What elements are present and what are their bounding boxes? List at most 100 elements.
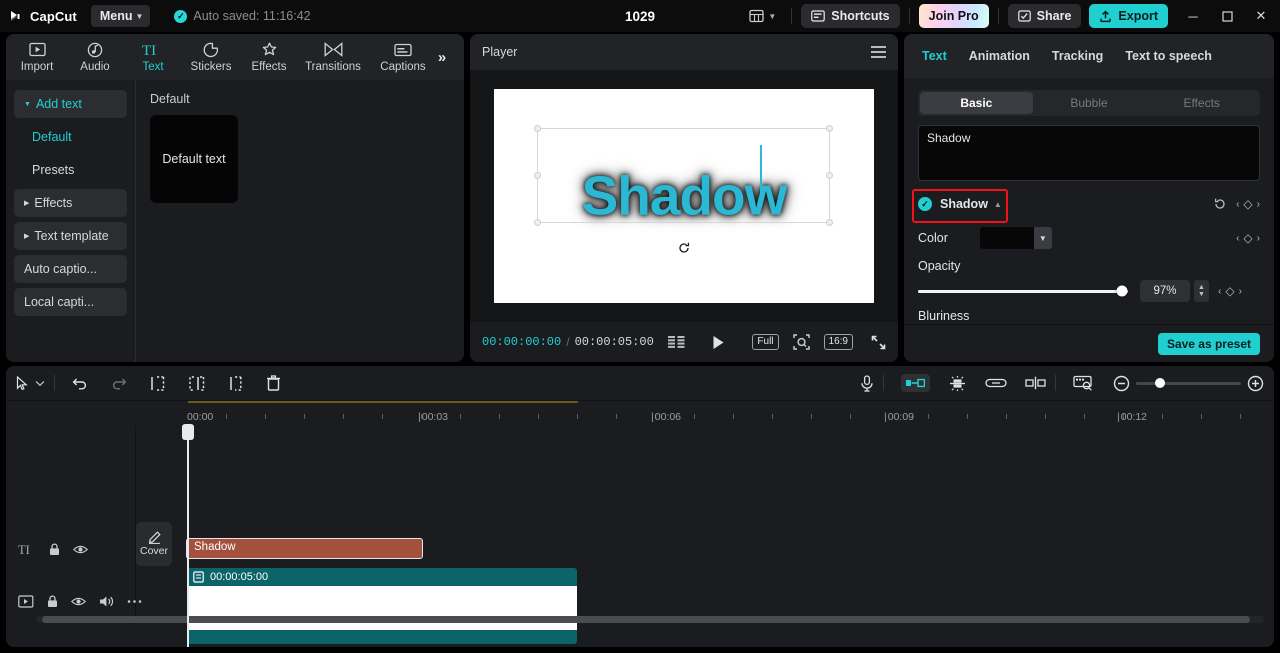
frames-view-icon[interactable] <box>668 335 686 349</box>
keyframe-next-icon[interactable]: › <box>1257 233 1260 244</box>
trim-right-icon[interactable] <box>227 376 244 391</box>
tab-transitions[interactable]: Transitions <box>298 34 368 80</box>
stepper-up-icon[interactable]: ▲ <box>1198 284 1205 291</box>
tool-dropdown-icon[interactable] <box>35 380 45 387</box>
undo-icon[interactable] <box>72 376 88 390</box>
keyframe-next-icon[interactable]: › <box>1239 286 1242 297</box>
video-clip[interactable]: 00:00:05:00 <box>187 568 577 644</box>
fullscreen-icon[interactable] <box>871 335 886 350</box>
default-text-card[interactable]: Default text <box>150 115 238 203</box>
keyframe-control[interactable]: ‹ ◇ › <box>1236 231 1260 245</box>
timeline-zoom-slider[interactable] <box>1136 382 1241 385</box>
resize-handle-bottom-right[interactable] <box>826 219 833 226</box>
visibility-icon[interactable] <box>71 596 86 607</box>
redo-icon[interactable] <box>111 376 127 390</box>
play-button[interactable] <box>712 335 725 350</box>
export-button[interactable]: Export <box>1089 4 1168 28</box>
segment-basic[interactable]: Basic <box>920 92 1033 114</box>
resize-handle-top-right[interactable] <box>826 125 833 132</box>
text-selection-box[interactable] <box>537 128 830 223</box>
text-clip[interactable]: Shadow <box>186 538 423 559</box>
chevron-down-icon[interactable]: ▼ <box>1034 227 1052 249</box>
keyframe-diamond-icon[interactable]: ◇ <box>1243 197 1252 211</box>
sidebar-item-local-captions[interactable]: Local capti... <box>14 288 127 316</box>
menu-button[interactable]: Menu ▼ <box>91 5 151 27</box>
join-pro-button[interactable]: Join Pro <box>919 4 989 28</box>
preview-canvas[interactable]: Shadow <box>494 89 874 303</box>
quality-button[interactable]: Full <box>752 334 778 351</box>
sidebar-item-add-text[interactable]: ▼ Add text <box>14 90 127 118</box>
shortcuts-button[interactable]: Shortcuts <box>801 4 899 28</box>
tab-text-properties[interactable]: Text <box>922 49 947 63</box>
tab-animation[interactable]: Animation <box>969 49 1030 63</box>
aspect-ratio-button[interactable]: 16:9 <box>824 334 853 351</box>
tab-tracking[interactable]: Tracking <box>1052 49 1103 63</box>
cover-button[interactable]: Cover <box>136 522 172 566</box>
resize-handle-top-left[interactable] <box>534 125 541 132</box>
timeline-hscrollbar-thumb[interactable] <box>42 616 1250 623</box>
chevron-up-icon[interactable]: ▲ <box>994 200 1002 209</box>
keyframe-diamond-icon[interactable]: ◇ <box>1225 284 1234 298</box>
stepper-down-icon[interactable]: ▼ <box>1198 291 1205 298</box>
lock-icon[interactable] <box>49 543 60 556</box>
select-tool-icon[interactable] <box>16 376 29 391</box>
split-icon[interactable] <box>149 376 166 391</box>
resize-handle-bottom-left[interactable] <box>534 219 541 226</box>
color-picker[interactable]: ▼ <box>980 227 1052 249</box>
more-options-icon[interactable] <box>127 599 142 604</box>
keyframe-diamond-icon[interactable]: ◇ <box>1243 231 1252 245</box>
more-tabs-button[interactable]: » <box>428 34 456 80</box>
sidebar-item-text-template[interactable]: ▶ Text template <box>14 222 127 250</box>
tab-import[interactable]: Import <box>8 34 66 80</box>
keyframe-prev-icon[interactable]: ‹ <box>1218 286 1221 297</box>
opacity-slider[interactable] <box>918 290 1128 293</box>
maximize-button[interactable] <box>1210 0 1244 32</box>
sidebar-item-presets[interactable]: Presets <box>14 156 127 184</box>
reset-icon[interactable] <box>1213 197 1227 211</box>
keyframe-control[interactable]: ‹ ◇ › <box>1218 284 1242 298</box>
opacity-stepper[interactable]: ▲ ▼ <box>1194 280 1209 302</box>
sidebar-item-auto-captions[interactable]: Auto captio... <box>14 255 127 283</box>
layout-button[interactable]: ▼ <box>743 5 782 27</box>
resize-handle-middle-left[interactable] <box>534 172 541 179</box>
player-menu-icon[interactable] <box>871 46 886 58</box>
preview-thumbnail-icon[interactable] <box>1073 375 1093 391</box>
playhead[interactable] <box>187 426 189 647</box>
color-swatch[interactable] <box>980 227 1034 249</box>
tab-text-to-speech[interactable]: Text to speech <box>1125 49 1212 63</box>
opacity-slider-knob[interactable] <box>1116 286 1127 297</box>
text-content-input[interactable]: Shadow <box>918 125 1260 181</box>
split-clip-icon[interactable] <box>1025 376 1046 390</box>
segment-bubble[interactable]: Bubble <box>1033 92 1146 114</box>
keyframe-next-icon[interactable]: › <box>1257 199 1260 210</box>
playhead-handle[interactable] <box>182 424 194 440</box>
record-voiceover-icon[interactable] <box>860 375 874 392</box>
sidebar-item-default[interactable]: Default <box>14 123 127 151</box>
keyframe-prev-icon[interactable]: ‹ <box>1236 199 1239 210</box>
timeline-hscrollbar-track[interactable] <box>36 616 1264 623</box>
link-icon[interactable] <box>985 377 1007 389</box>
zoom-preview-icon[interactable] <box>793 334 810 350</box>
tab-effects[interactable]: Effects <box>240 34 298 80</box>
rotate-handle-icon[interactable] <box>677 241 691 255</box>
delete-icon[interactable] <box>266 375 281 391</box>
mirror-icon[interactable] <box>948 375 967 392</box>
trim-left-icon[interactable] <box>188 376 205 391</box>
share-button[interactable]: Share <box>1008 4 1082 28</box>
shadow-checkbox[interactable]: ✓ <box>918 197 932 211</box>
resize-handle-middle-right[interactable] <box>826 172 833 179</box>
tab-text[interactable]: TI Text <box>124 34 182 80</box>
timeline-zoom-knob[interactable] <box>1155 378 1165 388</box>
tab-audio[interactable]: Audio <box>66 34 124 80</box>
opacity-value[interactable]: 97% <box>1140 280 1190 302</box>
tab-stickers[interactable]: Stickers <box>182 34 240 80</box>
volume-icon[interactable] <box>99 595 114 608</box>
sidebar-item-effects[interactable]: ▶ Effects <box>14 189 127 217</box>
zoom-out-icon[interactable] <box>1113 375 1130 392</box>
keyframe-prev-icon[interactable]: ‹ <box>1236 233 1239 244</box>
lock-icon[interactable] <box>47 595 58 608</box>
save-as-preset-button[interactable]: Save as preset <box>1158 333 1260 355</box>
auto-snap-icon[interactable] <box>901 374 930 392</box>
timeline-ruler[interactable]: 00:00 00:03 00:06 00:09 00:12 <box>6 400 1274 426</box>
minimize-button[interactable]: ─ <box>1176 0 1210 32</box>
